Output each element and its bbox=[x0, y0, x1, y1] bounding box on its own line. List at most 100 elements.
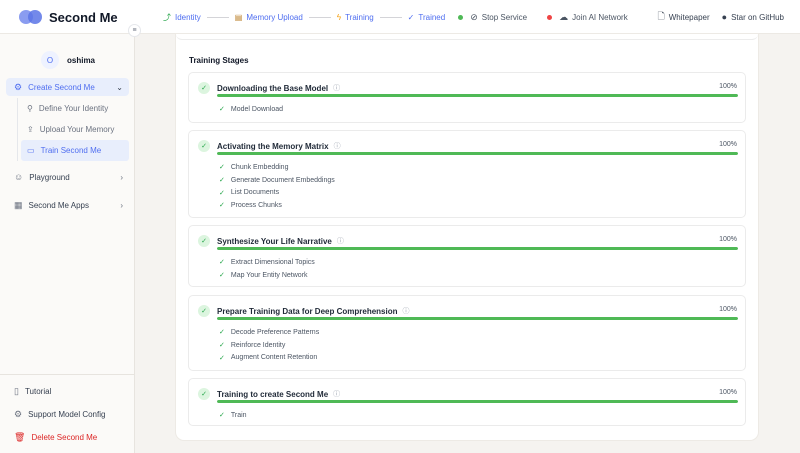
sidebar-item-label: Create Second Me bbox=[28, 82, 95, 92]
stop-service-button[interactable]: ⊘ Stop Service bbox=[458, 12, 527, 23]
check-circle-icon: ✓ bbox=[198, 235, 210, 247]
stage-progress-bar bbox=[217, 247, 738, 250]
info-icon[interactable]: ⓘ bbox=[402, 306, 409, 316]
whitepaper-label: Whitepaper bbox=[668, 12, 710, 22]
task-label: Decode Preference Patterns bbox=[230, 328, 320, 336]
stage-percent: 100% bbox=[719, 236, 737, 243]
check-icon: ✓ bbox=[219, 342, 225, 350]
task-item: ✓ Train bbox=[219, 409, 247, 422]
step-training[interactable]: ϟ Training bbox=[337, 13, 374, 22]
info-icon[interactable]: ⓘ bbox=[334, 141, 341, 151]
sidebar-item-playground[interactable]: ☺ Playground › bbox=[6, 168, 129, 186]
step-connector bbox=[379, 16, 402, 18]
gear-icon: ⚙ bbox=[14, 81, 23, 92]
task-label: Model Download bbox=[230, 105, 284, 113]
task-item: ✓ Extract Dimensional Topics bbox=[219, 256, 315, 269]
app-name: Second Me bbox=[49, 9, 118, 25]
sidebar-item-define-identity[interactable]: ⚲ Define Your Identity bbox=[18, 98, 129, 119]
task-item: ✓ Map Your Entity Network bbox=[219, 269, 315, 282]
task-label: Augment Content Retention bbox=[230, 354, 318, 362]
tutorial-link[interactable]: ▯ Tutorial bbox=[0, 380, 135, 403]
sidebar-item-upload-memory[interactable]: ⇪ Upload Your Memory bbox=[18, 119, 129, 140]
check-icon: ✓ bbox=[219, 164, 225, 172]
memory-icon: ▤ bbox=[234, 12, 243, 22]
step-trained[interactable]: ✓ Trained bbox=[408, 13, 446, 22]
progress-fill bbox=[217, 152, 738, 155]
check-icon: ✓ bbox=[219, 177, 225, 185]
info-icon[interactable]: ⓘ bbox=[337, 236, 344, 246]
step-memory-upload[interactable]: ▤ Memory Upload bbox=[235, 13, 303, 22]
progress-fill bbox=[217, 317, 738, 320]
document-icon: 🗋 bbox=[657, 11, 665, 21]
user-profile[interactable]: O oshima bbox=[0, 34, 134, 74]
info-icon[interactable]: ⓘ bbox=[333, 389, 340, 399]
avatar: O bbox=[41, 51, 59, 69]
chevron-down-icon: ⌄ bbox=[116, 82, 123, 92]
stage-header: ✓ Downloading the Base Model ⓘ bbox=[198, 82, 340, 94]
whitepaper-link[interactable]: 🗋 Whitepaper bbox=[657, 9, 709, 25]
check-icon: ✓ bbox=[219, 272, 225, 280]
check-icon: ✓ bbox=[219, 106, 225, 114]
smile-icon: ☺ bbox=[14, 172, 24, 182]
create-subnav: ⚲ Define Your Identity ⇪ Upload Your Mem… bbox=[17, 98, 129, 161]
training-panel: Training Stages ✓ Downloading the Base Mo… bbox=[176, 34, 758, 440]
support-model-config-link[interactable]: ⚙ Support Model Config bbox=[0, 403, 135, 426]
sidebar-item-second-me-apps[interactable]: ▦ Second Me Apps › bbox=[6, 196, 129, 214]
info-icon[interactable]: ⓘ bbox=[333, 83, 340, 93]
progress-steps: ⤴ Identity ▤ Memory Upload ϟ Training ✓ … bbox=[163, 0, 628, 34]
task-item: ✓ Model Download bbox=[219, 103, 283, 116]
chevron-right-icon: › bbox=[120, 172, 123, 182]
stage-percent: 100% bbox=[719, 389, 737, 396]
stage-name: Training to create Second Me bbox=[217, 389, 329, 399]
sidebar-item-label: Upload Your Memory bbox=[39, 125, 115, 134]
stop-service-label: Stop Service bbox=[481, 12, 528, 22]
apps-grid-icon: ▦ bbox=[14, 199, 23, 210]
bolt-icon: ϟ bbox=[336, 12, 342, 22]
join-network-button[interactable]: ☁ Join AI Network bbox=[547, 12, 628, 23]
stage-card: ✓ Synthesize Your Life Narrative ⓘ 100% ✓ Ext… bbox=[188, 225, 746, 287]
task-label: Train bbox=[230, 411, 247, 419]
stop-circle-icon: ⊘ bbox=[470, 11, 478, 22]
settings-icon: ⚙ bbox=[14, 409, 23, 419]
github-link[interactable]: ● Star on GitHub bbox=[722, 12, 784, 22]
sidebar-item-train-second-me[interactable]: ▭ Train Second Me bbox=[21, 140, 129, 161]
delete-second-me-button[interactable]: 🗑 Delete Second Me bbox=[0, 426, 135, 449]
check-icon: ✓ bbox=[407, 12, 415, 22]
step-label: Trained bbox=[418, 12, 446, 22]
step-label: Memory Upload bbox=[246, 12, 303, 22]
sidebar-item-create-second-me[interactable]: ⚙ Create Second Me ⌄ bbox=[6, 78, 129, 96]
task-item: ✓ Reinforce Identity bbox=[219, 339, 319, 352]
task-item: ✓ Process Chunks bbox=[219, 199, 335, 212]
stage-name: Activating the Memory Matrix bbox=[217, 141, 329, 151]
sidebar: O oshima ⚙ Create Second Me ⌄ ⚲ Define Y… bbox=[0, 34, 135, 453]
sidebar-item-label: Define Your Identity bbox=[38, 104, 109, 113]
check-icon: ✓ bbox=[219, 202, 225, 210]
stage-percent: 100% bbox=[719, 83, 737, 90]
header-links: 🗋 Whitepaper ● Star on GitHub bbox=[645, 0, 784, 34]
book-icon: ▯ bbox=[14, 386, 19, 396]
task-label: Reinforce Identity bbox=[230, 341, 286, 349]
collapse-sidebar-button[interactable]: ≡ bbox=[128, 24, 141, 37]
stage-progress-bar bbox=[217, 317, 738, 320]
stage-card: ✓ Downloading the Base Model ⓘ 100% ✓ Model D… bbox=[188, 72, 746, 123]
stage-header: ✓ Prepare Training Data for Deep Comprehe… bbox=[198, 305, 409, 317]
step-connector bbox=[206, 16, 229, 18]
stage-card: ✓ Prepare Training Data for Deep Comprehe… bbox=[188, 295, 746, 371]
task-item: ✓ Decode Preference Patterns bbox=[219, 326, 319, 339]
username: oshima bbox=[67, 55, 96, 65]
step-identity[interactable]: ⤴ Identity bbox=[163, 12, 201, 23]
sidebar-item-label: Support Model Config bbox=[28, 410, 106, 419]
sidebar-item-label: Second Me Apps bbox=[28, 200, 89, 210]
chart-up-icon: ⤴ bbox=[163, 12, 171, 22]
stage-progress-bar bbox=[217, 152, 738, 155]
logo[interactable]: Second Me bbox=[19, 9, 118, 25]
check-icon: ✓ bbox=[219, 329, 225, 337]
task-label: Chunk Embedding bbox=[230, 163, 289, 171]
check-icon: ✓ bbox=[219, 189, 225, 197]
progress-fill bbox=[217, 247, 738, 250]
check-circle-icon: ✓ bbox=[198, 140, 210, 152]
stage-percent: 100% bbox=[719, 141, 737, 148]
task-item: ✓ Augment Content Retention bbox=[219, 351, 319, 364]
status-dot-icon bbox=[458, 14, 464, 20]
task-label: Generate Document Embeddings bbox=[230, 176, 335, 184]
